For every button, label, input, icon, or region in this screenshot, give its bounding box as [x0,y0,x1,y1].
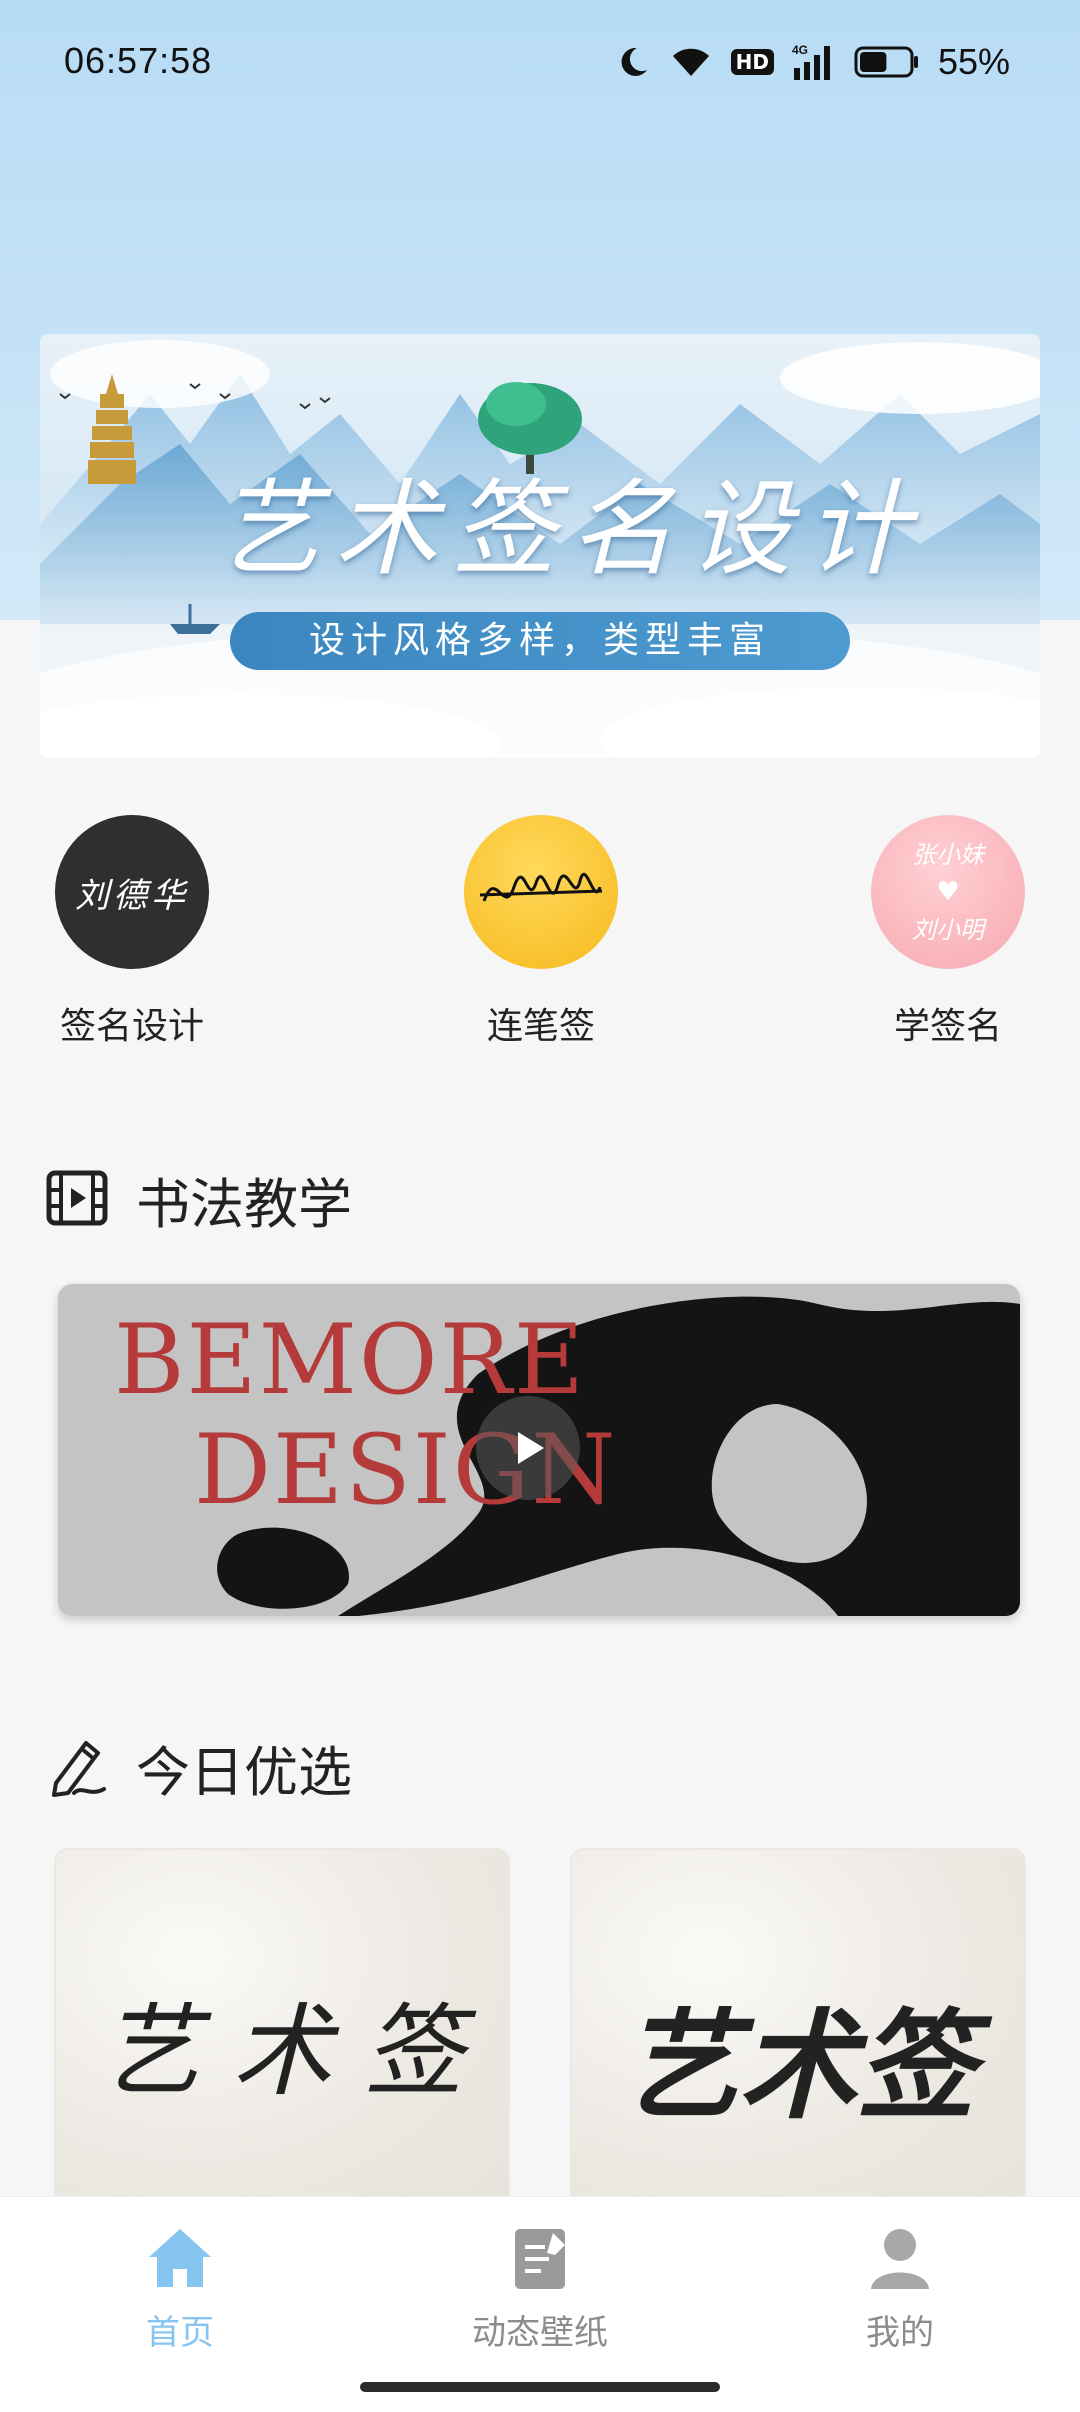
pick-card[interactable]: 艺 术 签 [54,1848,510,2208]
heart-icon: ♥ [936,876,960,907]
battery-percent: 55% [937,41,1010,82]
quick-entry-learn-signature[interactable]: 张小妹 ♥ 刘小明 学签名 [848,815,1048,1049]
calligraphy-video-card[interactable]: BEMORE DESIGN [58,1284,1020,1616]
section-title: 今日优选 [136,1741,352,1804]
quick-entry-label: 连笔签 [486,1006,595,1047]
section-title: 书法教学 [136,1173,352,1236]
pick-card-text: 艺 术 签 [100,1993,464,2110]
nav-item-home[interactable]: 首页 [60,2223,300,2354]
banner-subtitle: 设计风格多样，类型丰富 [230,612,850,670]
signal-icon: 4G [792,42,836,82]
learn-signature-art-bottom: 刘小明 [912,915,984,944]
learn-signature-art-top: 张小妹 [912,840,984,869]
film-icon [46,1170,108,1230]
wallpaper-icon [515,2229,565,2289]
cursive-signature-icon [464,815,618,969]
nav-label: 我的 [866,2313,934,2353]
pick-card-text: 艺术签 [620,1996,975,2135]
section-calligraphy-header: 书法教学 [46,1160,352,1239]
quick-entry-label: 签名设计 [59,1006,204,1047]
pen-icon [46,1735,108,1801]
section-picks-header: 今日优选 [46,1728,352,1807]
signature-design-icon: 刘德华 [55,815,209,969]
moon-icon [615,44,651,80]
promo-banner[interactable]: 艺术签名设计 设计风格多样，类型丰富 [40,334,1040,758]
quick-entry-signature-design[interactable]: 刘德华 签名设计 [32,815,232,1049]
hd-icon: HD [730,49,774,75]
user-icon [871,2229,929,2289]
nav-label: 动态壁纸 [472,2313,608,2353]
pick-card[interactable]: 艺术签 [570,1848,1026,2208]
quick-entry-label: 学签名 [893,1006,1002,1047]
nav-item-profile[interactable]: 我的 [780,2223,1020,2354]
nav-item-wallpaper[interactable]: 动态壁纸 [420,2223,660,2354]
quick-entry-cursive-signature[interactable]: 连笔签 [441,815,641,1049]
play-icon [518,1432,544,1464]
play-button[interactable] [476,1396,580,1500]
quick-entry-row: 刘德华 签名设计 连笔签 张小妹 ♥ 刘小明 学签名 [0,815,1080,1065]
home-indicator[interactable] [360,2382,720,2392]
learn-signature-icon: 张小妹 ♥ 刘小明 [871,815,1025,969]
wifi-icon [669,44,713,80]
signature-design-art: 刘德华 [75,875,189,916]
banner-title: 艺术签名设计 [215,468,924,590]
bottom-navigation: 首页 动态壁纸 我的 [0,2196,1080,2412]
status-time: 06:57:58 [64,40,213,81]
status-bar: 06:57:58 HD 4G 55% [0,0,1080,124]
svg-text:4G: 4G [792,43,808,57]
nav-label: 首页 [146,2313,214,2353]
home-icon [149,2229,211,2287]
battery-icon [854,44,920,80]
status-icons: HD 4G 55% [615,36,1010,88]
cursive-scribble [479,872,603,902]
